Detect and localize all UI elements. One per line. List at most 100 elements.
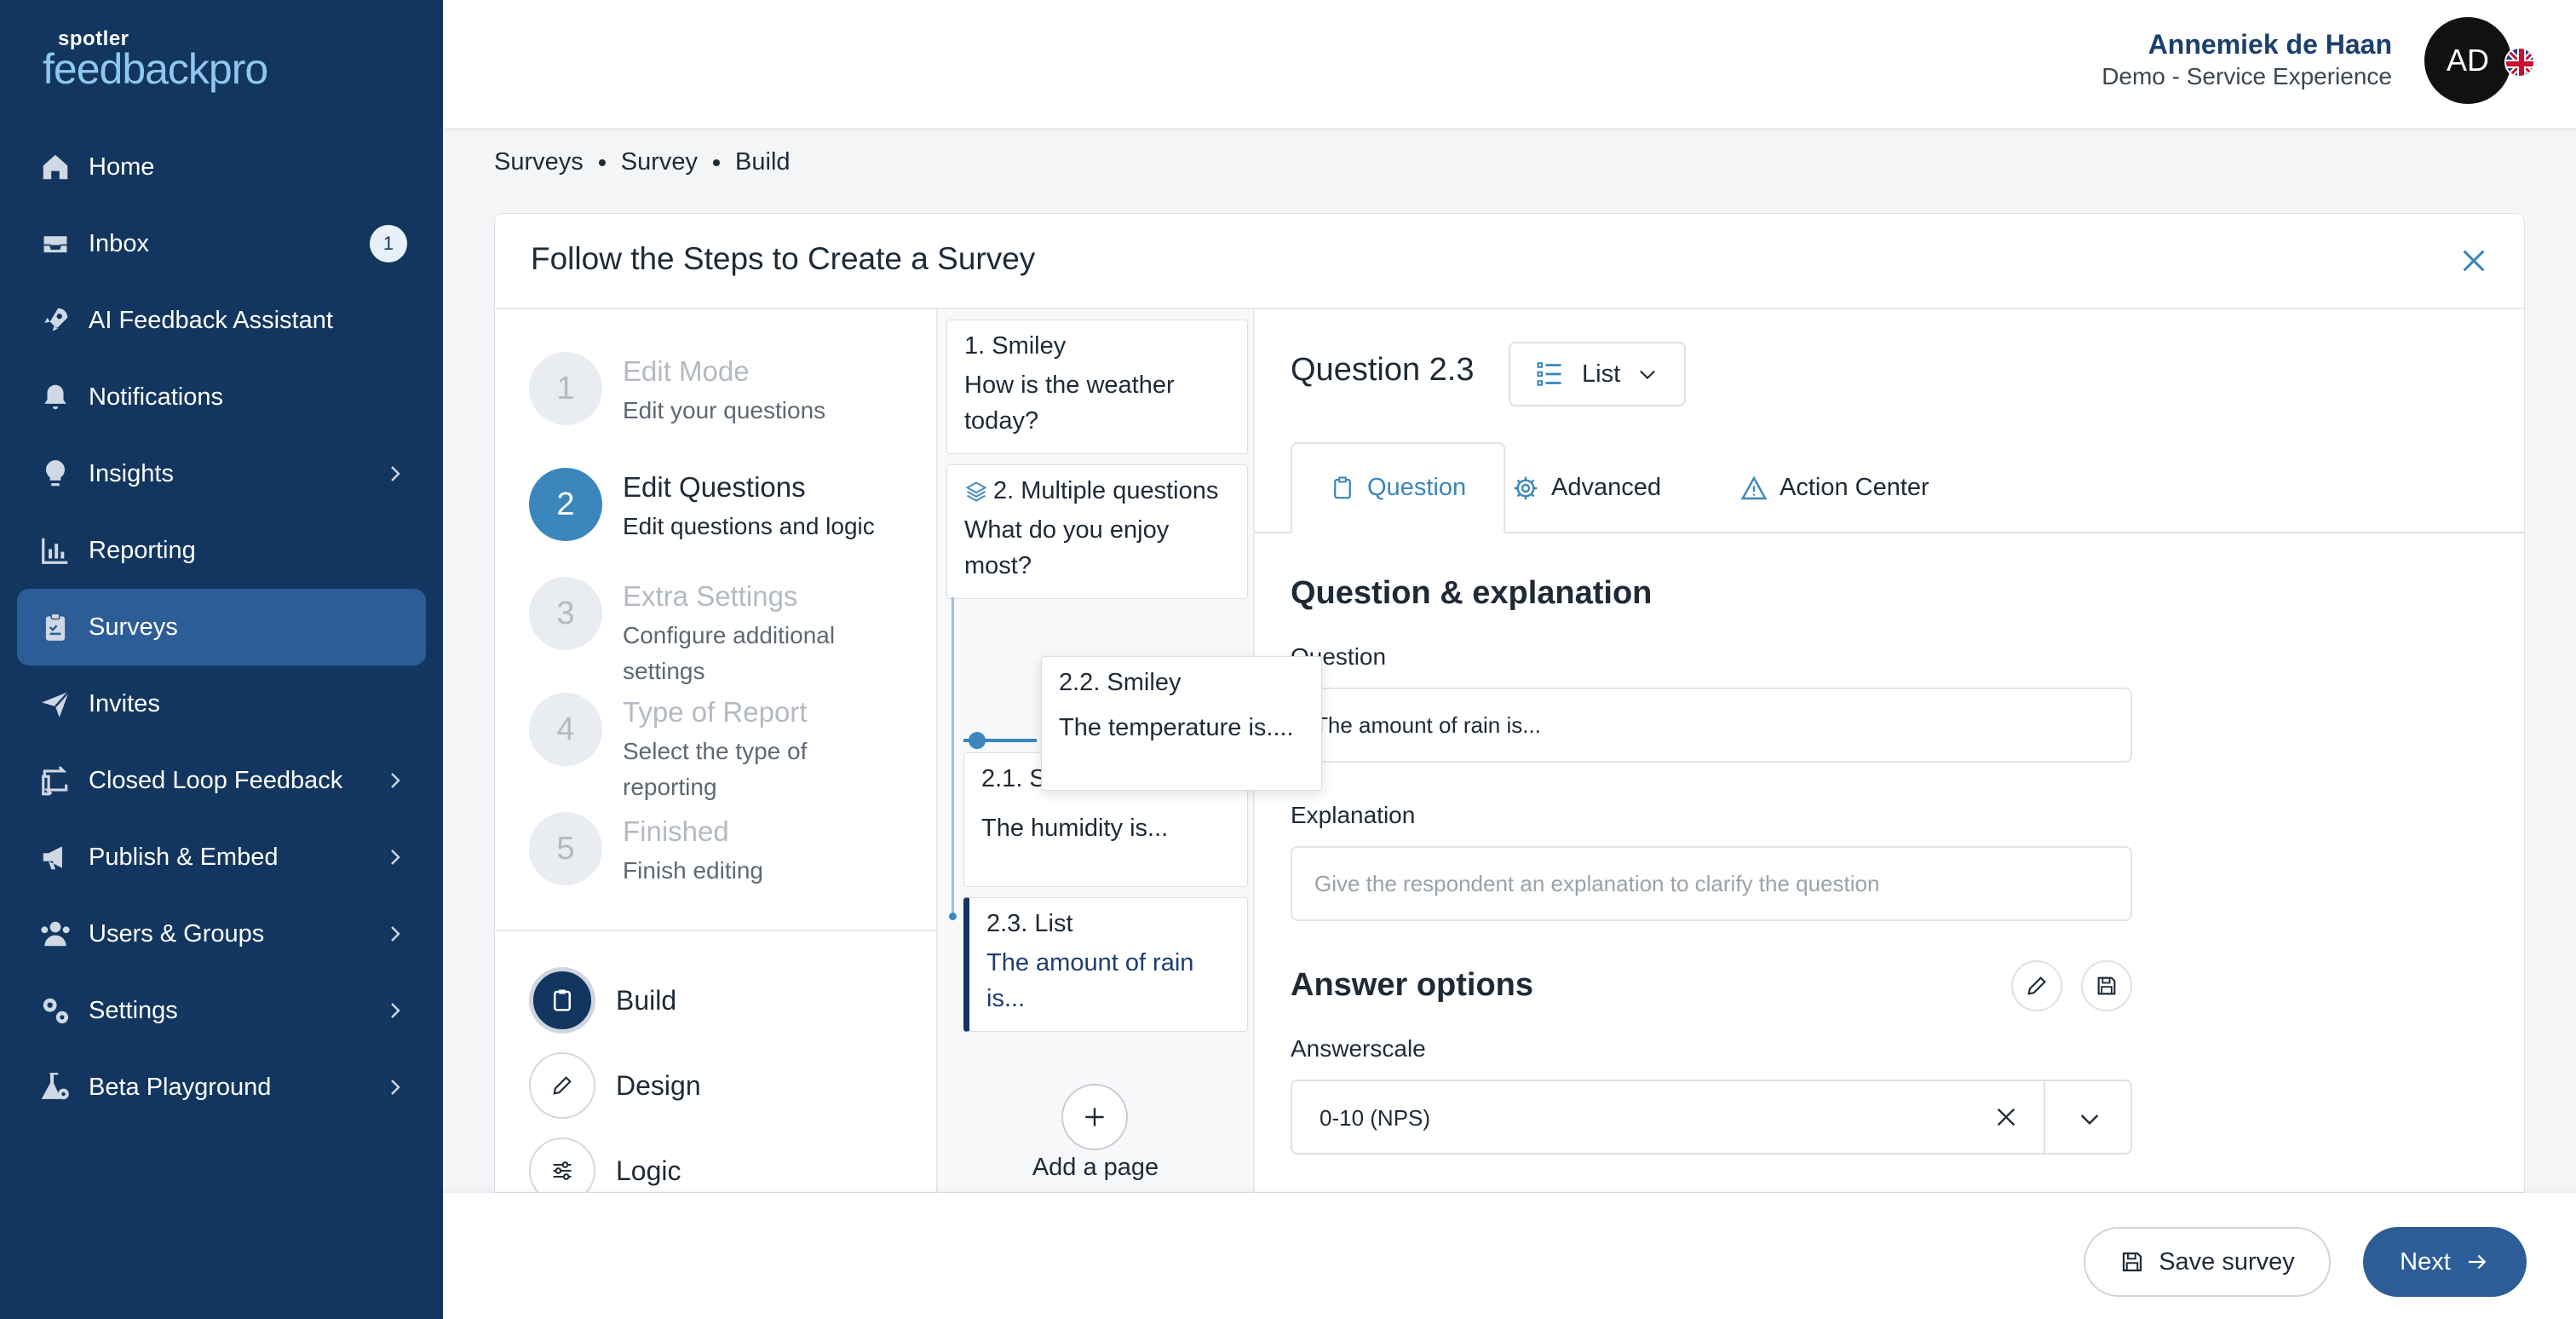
clipboard-icon — [1330, 475, 1367, 501]
breadcrumb-survey[interactable]: Survey — [621, 148, 698, 176]
add-page-button[interactable] — [1061, 1084, 1128, 1150]
question-editor: Question 2.3 List Question Advanced Acti… — [1255, 309, 2524, 1192]
tab-label: Action Center — [1780, 474, 1929, 501]
sidebar-item-home[interactable]: Home — [17, 129, 426, 205]
sidebar-item-notifications[interactable]: Notifications — [17, 359, 426, 435]
answerscale-value: 0-10 (NPS) — [1320, 1105, 1431, 1131]
sidebar-item-inbox[interactable]: Inbox 1 — [17, 205, 426, 282]
pencil-icon — [529, 1052, 595, 1119]
sidebar: spotler feedbackpro Home Inbox 1 AI Feed… — [0, 0, 443, 1319]
avatar[interactable]: AD — [2424, 17, 2511, 104]
plus-icon — [1081, 1103, 1108, 1131]
mode-build[interactable]: Build — [529, 967, 676, 1034]
explanation-input[interactable]: Give the respondent an explanation to cl… — [1291, 846, 2132, 921]
sidebar-item-label: Beta Playground — [89, 1073, 272, 1101]
brand-big-text: feedbackpro — [43, 45, 268, 93]
question-card-title: 2.3. List — [986, 910, 1073, 937]
question-card-text: The temperature is.... — [1059, 714, 1294, 741]
question-card-text: What do you enjoy most? — [964, 516, 1170, 579]
save-survey-button[interactable]: Save survey — [2084, 1227, 2331, 1297]
close-icon[interactable] — [2459, 246, 2488, 275]
mode-label: Design — [616, 1069, 701, 1101]
sidebar-item-label: Closed Loop Feedback — [89, 766, 343, 794]
edit-answers-button[interactable] — [2011, 960, 2062, 1011]
step-number: 4 — [529, 693, 602, 766]
sidebar-item-label: Surveys — [89, 613, 178, 641]
sidebar-item-label: Users & Groups — [89, 919, 265, 947]
sidebar-item-reporting[interactable]: Reporting — [17, 512, 426, 589]
warning-icon — [1740, 475, 1780, 502]
sidebar-item-invites[interactable]: Invites — [17, 665, 426, 742]
sidebar-item-settings[interactable]: Settings — [17, 972, 426, 1049]
bell-icon — [36, 377, 75, 417]
sidebar-item-publish-embed[interactable]: Publish & Embed — [17, 819, 426, 896]
step-edit-mode[interactable]: 1 Edit Mode Edit your questions — [529, 352, 878, 429]
chevron-right-icon — [385, 1075, 405, 1103]
question-type-dropdown[interactable]: List — [1509, 342, 1686, 406]
breadcrumb: Surveys Survey Build — [494, 148, 791, 176]
nesting-line — [952, 597, 954, 918]
question-number-title: Question 2.3 — [1291, 352, 1475, 388]
step-title: Finished — [623, 815, 729, 847]
question-card-1[interactable]: 1. Smiley How is the weather today? — [946, 320, 1248, 454]
step-description: Edit your questions — [623, 397, 826, 423]
uk-flag-icon[interactable] — [2504, 47, 2535, 78]
question-card-title: 1. Smiley — [964, 332, 1067, 360]
next-button[interactable]: Next — [2363, 1227, 2527, 1297]
answerscale-select[interactable]: 0-10 (NPS) — [1291, 1080, 2132, 1155]
mode-logic[interactable]: Logic — [529, 1138, 681, 1192]
question-card-2[interactable]: 2. Multiple questions What do you enjoy … — [946, 464, 1248, 599]
tab-question[interactable]: Question — [1291, 442, 1506, 533]
sidebar-item-ai-feedback-assistant[interactable]: AI Feedback Assistant — [17, 282, 426, 359]
breadcrumb-separator — [598, 158, 606, 166]
user-organization: Demo - Service Experience — [2102, 63, 2392, 89]
section-title-answer-options: Answer options — [1291, 967, 1534, 1003]
step-title: Extra Settings — [623, 580, 798, 612]
users-icon — [36, 914, 75, 953]
top-header: Annemiek de Haan Demo - Service Experien… — [443, 0, 2576, 128]
step-edit-questions[interactable]: 2 Edit Questions Edit questions and logic — [529, 468, 878, 544]
sidebar-item-insights[interactable]: Insights — [17, 435, 426, 512]
tab-advanced[interactable]: Advanced — [1478, 442, 1695, 533]
explanation-field-label: Explanation — [1291, 802, 1416, 828]
nesting-dot — [949, 913, 957, 920]
question-card-title: 2.2. Smiley — [1059, 669, 1182, 696]
panel-title: Follow the Steps to Create a Survey — [531, 241, 1036, 276]
mode-design[interactable]: Design — [529, 1052, 701, 1119]
clipboard-icon — [36, 608, 75, 647]
sidebar-item-closed-loop-feedback[interactable]: Closed Loop Feedback — [17, 742, 426, 819]
chevron-right-icon — [385, 769, 405, 797]
create-survey-panel: Follow the Steps to Create a Survey 1 Ed… — [494, 213, 2525, 1193]
brand-logo[interactable]: spotler feedbackpro — [43, 29, 268, 93]
question-card-text: The amount of rain is... — [986, 949, 1194, 1012]
tab-action-center[interactable]: Action Center — [1706, 442, 1964, 533]
step-number: 2 — [529, 468, 602, 541]
gears-icon — [36, 991, 75, 1030]
steps-column: 1 Edit Mode Edit your questions 2 Edit Qu… — [495, 309, 938, 1192]
clear-icon[interactable] — [1992, 1103, 2020, 1131]
step-extra-settings[interactable]: 3 Extra Settings Configure additional set… — [529, 577, 878, 689]
save-answers-button[interactable] — [2081, 960, 2132, 1011]
chevron-down-icon[interactable] — [2074, 1105, 2105, 1132]
save-survey-label: Save survey — [2159, 1247, 2295, 1276]
sidebar-item-beta-playground[interactable]: Beta Playground — [17, 1049, 426, 1126]
question-card-2-3[interactable]: 2.3. List The amount of rain is... — [963, 897, 1248, 1032]
sliders-icon — [529, 1138, 595, 1192]
step-number: 5 — [529, 812, 602, 885]
sidebar-item-label: Publish & Embed — [89, 843, 279, 871]
answerscale-label: Answerscale — [1291, 1035, 1426, 1062]
home-icon — [36, 147, 75, 187]
question-type-label: List — [1582, 360, 1621, 388]
breadcrumb-surveys[interactable]: Surveys — [494, 148, 584, 176]
loop-icon — [36, 761, 75, 800]
step-type-of-report[interactable]: 4 Type of Report Select the type of repor… — [529, 693, 878, 805]
dragged-question-card[interactable]: 2.2. Smiley The temperature is.... — [1041, 656, 1322, 791]
sidebar-item-users-groups[interactable]: Users & Groups — [17, 896, 426, 972]
sidebar-item-label: Settings — [89, 996, 178, 1024]
flask-icon — [36, 1068, 75, 1107]
next-label: Next — [2400, 1247, 2451, 1276]
sidebar-item-label: Home — [89, 153, 155, 181]
sidebar-item-surveys[interactable]: Surveys — [17, 589, 426, 665]
question-text-input[interactable]: The amount of rain is... — [1291, 688, 2132, 763]
step-finished[interactable]: 5 Finished Finish editing — [529, 812, 878, 889]
